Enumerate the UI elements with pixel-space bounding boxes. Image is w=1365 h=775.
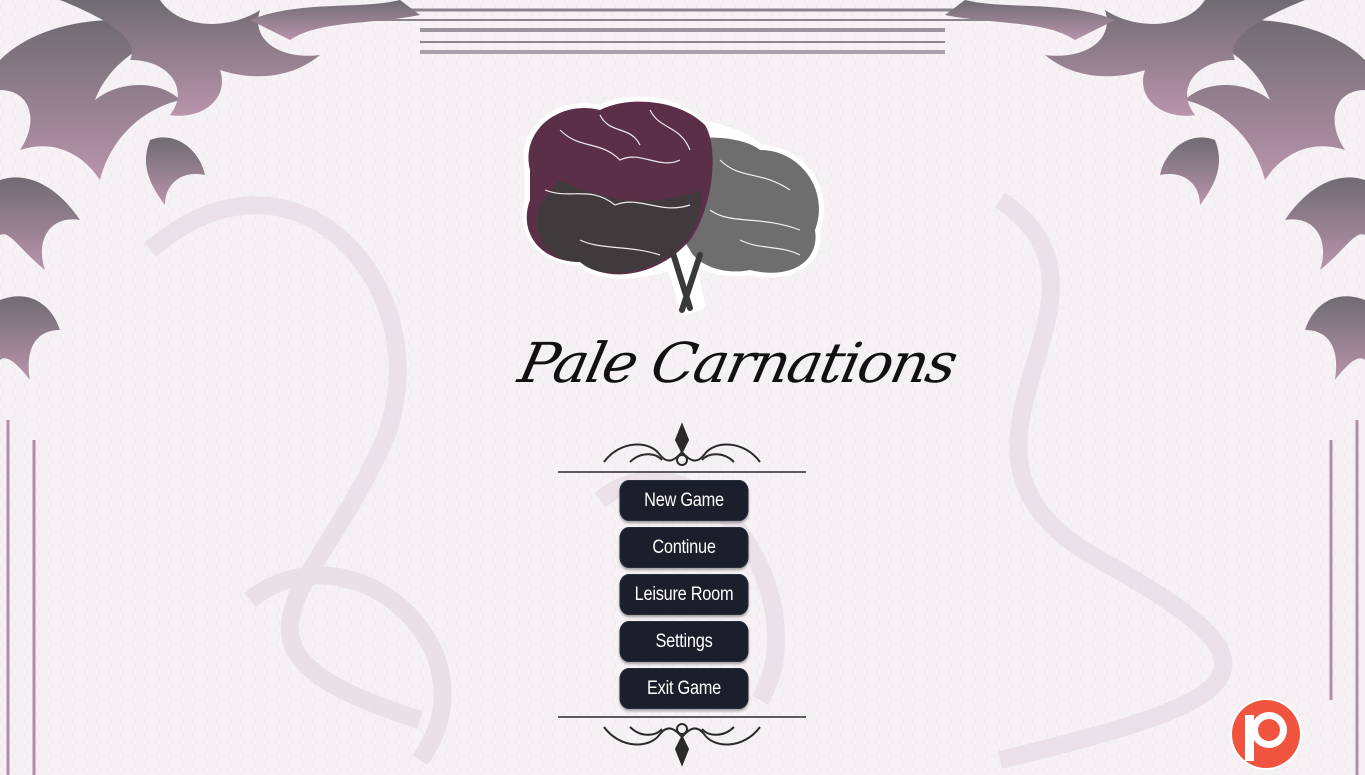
leisure-room-button[interactable]: Leisure Room xyxy=(619,574,749,615)
settings-label: Settings xyxy=(655,630,713,652)
new-game-label: New Game xyxy=(644,489,724,511)
exit-game-label: Exit Game xyxy=(647,677,721,699)
leisure-room-label: Leisure Room xyxy=(634,583,734,605)
patreon-icon[interactable] xyxy=(1229,697,1303,771)
settings-button[interactable]: Settings xyxy=(619,621,749,662)
new-game-button[interactable]: New Game xyxy=(619,480,749,521)
exit-game-button[interactable]: Exit Game xyxy=(619,668,749,709)
continue-button[interactable]: Continue xyxy=(619,527,749,568)
game-title: Pale Carnations xyxy=(513,330,962,396)
continue-label: Continue xyxy=(652,536,716,558)
